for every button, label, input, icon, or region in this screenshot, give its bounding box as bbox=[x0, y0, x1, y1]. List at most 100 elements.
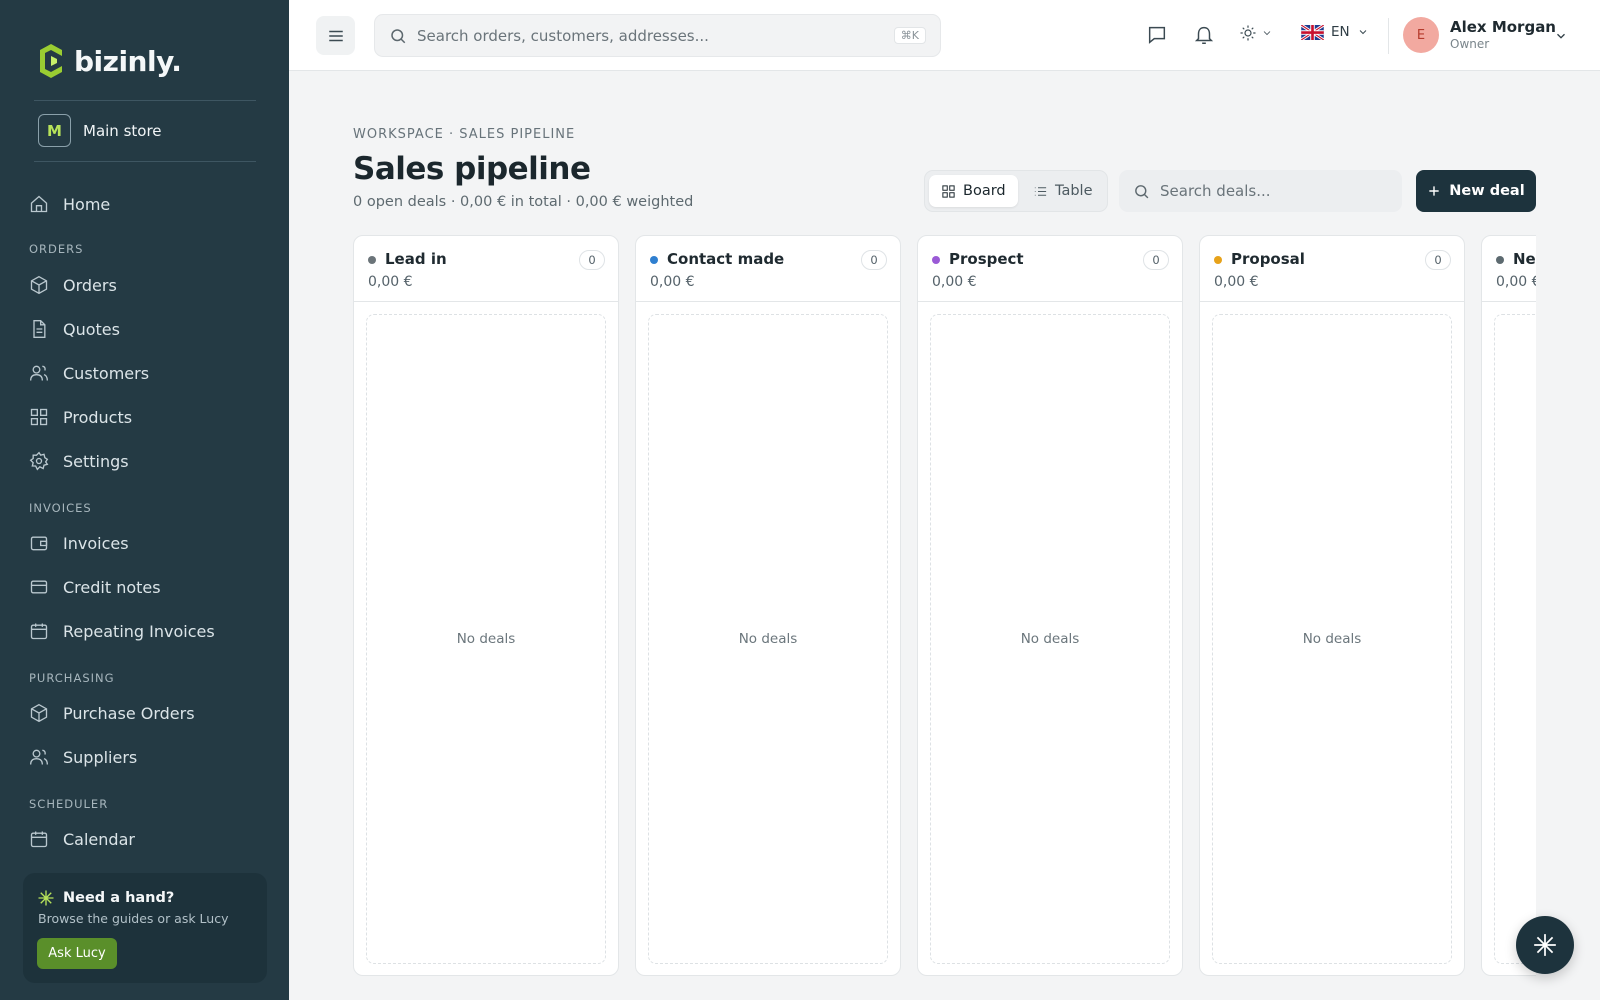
column-header: Prospect 0,00 € 0 bbox=[918, 236, 1182, 302]
ask-lucy-button[interactable]: Ask Lucy bbox=[37, 938, 117, 969]
topbar: ⌘K EN E Alex Morgan Owner bbox=[289, 0, 1600, 71]
stage-color-dot bbox=[368, 256, 376, 264]
sidebar-item-products[interactable]: Products bbox=[29, 404, 132, 430]
pipeline-column: Lead in 0,00 € 0 No deals bbox=[353, 235, 619, 976]
box-icon bbox=[30, 703, 48, 723]
wallet-icon bbox=[30, 536, 48, 551]
column-count-badge: 0 bbox=[1425, 250, 1451, 270]
column-dropzone[interactable]: No deals bbox=[648, 314, 888, 964]
notifications-button[interactable] bbox=[1193, 24, 1215, 50]
sidebar-item-purchase-orders[interactable]: Purchase Orders bbox=[29, 700, 195, 726]
theme-toggle[interactable] bbox=[1239, 24, 1273, 42]
pipeline-column: Negotiation 0,00 € 0 bbox=[1481, 235, 1536, 976]
column-title: Contact made bbox=[667, 250, 785, 268]
avatar[interactable]: E bbox=[1403, 17, 1439, 53]
help-title-text: Need a hand? bbox=[63, 890, 175, 906]
gear-icon bbox=[29, 451, 49, 471]
chevron-down-icon bbox=[1557, 33, 1565, 39]
hamburger-icon bbox=[328, 30, 343, 41]
document-icon bbox=[33, 320, 46, 338]
sparkle-icon bbox=[1534, 934, 1556, 956]
deal-search[interactable] bbox=[1119, 170, 1402, 212]
store-badge: M bbox=[38, 114, 71, 147]
brand-name: bizinly. bbox=[74, 44, 182, 78]
bell-icon bbox=[1194, 26, 1214, 44]
sun-icon bbox=[1240, 25, 1256, 41]
store-switcher[interactable]: M Main store bbox=[38, 114, 162, 147]
global-search[interactable]: ⌘K bbox=[374, 14, 941, 57]
sidebar-item-home[interactable]: Home bbox=[29, 191, 110, 217]
sidebar-item-settings[interactable]: Settings bbox=[29, 448, 129, 474]
plus-icon bbox=[1429, 186, 1439, 196]
help-title: Need a hand? bbox=[37, 889, 174, 907]
sidebar-item-repeating-invoices[interactable]: Repeating Invoices bbox=[29, 618, 215, 644]
view-toggle: Board Table bbox=[924, 170, 1108, 212]
global-search-input[interactable] bbox=[417, 26, 877, 45]
sidebar-item-label: Repeating Invoices bbox=[63, 621, 215, 641]
tab-label: Table bbox=[1055, 183, 1093, 199]
sidebar-item-label: Credit notes bbox=[63, 577, 161, 597]
sidebar-item-label: Invoices bbox=[63, 533, 129, 553]
deal-search-input[interactable] bbox=[1160, 182, 1380, 200]
new-deal-button[interactable]: New deal bbox=[1416, 170, 1536, 212]
sidebar-item-credit-notes[interactable]: Credit notes bbox=[29, 574, 161, 600]
divider bbox=[1388, 18, 1389, 54]
stage-color-dot bbox=[932, 256, 940, 264]
sidebar-item-invoices[interactable]: Invoices bbox=[29, 530, 129, 556]
section-scheduler: SCHEDULER bbox=[29, 797, 109, 811]
brand-logo[interactable]: bizinly. bbox=[36, 42, 182, 80]
pipeline-column: Contact made 0,00 € 0 No deals bbox=[635, 235, 901, 976]
sidebar-item-calendar[interactable]: Calendar bbox=[29, 826, 135, 852]
tab-label: Board bbox=[963, 183, 1006, 199]
stage-color-dot bbox=[1214, 256, 1222, 264]
section-purchasing: PURCHASING bbox=[29, 671, 115, 685]
uk-flag-icon bbox=[1301, 24, 1324, 40]
column-dropzone[interactable]: No deals bbox=[1212, 314, 1452, 964]
assistant-button[interactable] bbox=[1516, 916, 1574, 974]
search-shortcut: ⌘K bbox=[893, 27, 926, 44]
language-selector[interactable]: EN bbox=[1301, 24, 1369, 40]
search-icon bbox=[391, 28, 406, 43]
user-name[interactable]: Alex Morgan bbox=[1450, 18, 1556, 36]
tab-board[interactable]: Board bbox=[929, 175, 1018, 207]
sidebar-item-label: Home bbox=[63, 194, 111, 214]
language-code: EN bbox=[1331, 24, 1350, 40]
list-icon bbox=[1034, 186, 1047, 196]
help-subtitle: Browse the guides or ask Lucy bbox=[38, 911, 229, 926]
column-count-badge: 0 bbox=[579, 250, 605, 270]
sidebar-item-label: Suppliers bbox=[63, 747, 138, 767]
message-icon bbox=[1148, 26, 1166, 44]
users-icon bbox=[30, 749, 48, 765]
logo-icon bbox=[40, 44, 62, 78]
sidebar-item-label: Quotes bbox=[63, 319, 120, 339]
sidebar-item-label: Products bbox=[63, 407, 133, 427]
new-deal-label: New deal bbox=[1449, 183, 1525, 199]
column-header: Negotiation 0,00 € 0 bbox=[1482, 236, 1536, 302]
sidebar-item-orders[interactable]: Orders bbox=[29, 272, 117, 298]
messages-button[interactable] bbox=[1146, 24, 1168, 50]
sidebar-item-suppliers[interactable]: Suppliers bbox=[29, 744, 137, 770]
sidebar-item-label: Orders bbox=[63, 275, 117, 295]
grid-icon bbox=[942, 184, 955, 198]
column-total: 0,00 € bbox=[1214, 274, 1259, 290]
divider bbox=[34, 161, 256, 162]
column-dropzone[interactable] bbox=[1494, 314, 1536, 964]
pipeline-column: Prospect 0,00 € 0 No deals bbox=[917, 235, 1183, 976]
search-icon bbox=[1135, 184, 1149, 198]
column-count-badge: 0 bbox=[1143, 250, 1169, 270]
column-header: Lead in 0,00 € 0 bbox=[354, 236, 618, 302]
sidebar-item-customers[interactable]: Customers bbox=[29, 360, 149, 386]
column-dropzone[interactable]: No deals bbox=[930, 314, 1170, 964]
tab-table[interactable]: Table bbox=[1021, 175, 1105, 207]
sidebar-item-label: Settings bbox=[63, 451, 129, 471]
help-card: Need a hand? Browse the guides or ask Lu… bbox=[23, 873, 267, 983]
stage-color-dot bbox=[1496, 256, 1504, 264]
column-title: Lead in bbox=[385, 250, 447, 268]
column-dropzone[interactable]: No deals bbox=[366, 314, 606, 964]
pipeline-summary: 0 open deals · 0,00 € in total · 0,00 € … bbox=[353, 194, 694, 210]
menu-toggle-button[interactable] bbox=[316, 16, 355, 55]
column-total: 0,00 € bbox=[368, 274, 413, 290]
sidebar-item-quotes[interactable]: Quotes bbox=[29, 316, 120, 342]
sparkle-icon bbox=[38, 890, 54, 906]
user-menu-button[interactable] bbox=[1554, 28, 1568, 47]
